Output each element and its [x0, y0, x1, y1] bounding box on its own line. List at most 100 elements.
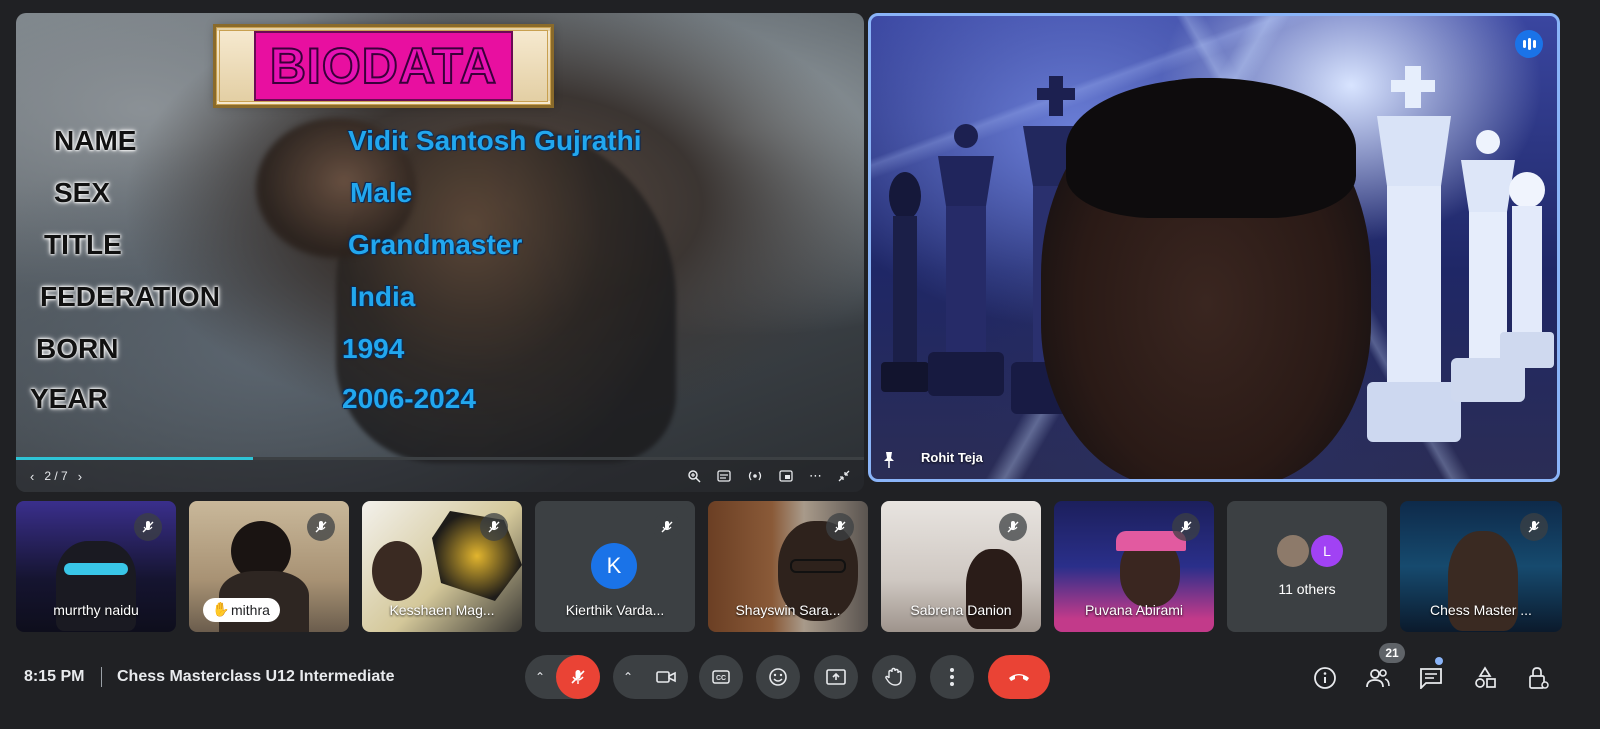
- leave-call-button[interactable]: [988, 655, 1050, 699]
- participant-name-pill: ✋ mithra: [203, 598, 280, 622]
- participant-tile-murrthy-naidu[interactable]: murrthy naidu: [16, 501, 176, 632]
- activities-shapes-icon: [1475, 666, 1496, 688]
- participant-tile-others[interactable]: L 11 others: [1227, 501, 1387, 632]
- participant-name: Kesshaen Mag...: [389, 602, 495, 618]
- svg-text:CC: CC: [716, 675, 726, 682]
- host-lock-icon: [1529, 667, 1549, 689]
- mic-off-icon: [826, 513, 854, 541]
- cast-icon[interactable]: [747, 470, 763, 482]
- people-button[interactable]: [1364, 664, 1392, 692]
- presentation-tile[interactable]: BIODATA NAME SEX TITLE FEDERATION BORN Y…: [16, 13, 864, 492]
- end-call-icon: [1009, 674, 1029, 681]
- presentation-controls: ‹ 2 / 7 › ⋯: [16, 460, 864, 492]
- captions-button[interactable]: CC: [699, 655, 743, 699]
- speaker-video-hair: [1066, 78, 1356, 218]
- active-speaker-tile[interactable]: Rohit Teja: [868, 13, 1560, 482]
- slide-page-indicator: 2 / 7: [44, 469, 68, 483]
- participant-strip: murrthy naidu ✋ mithra Kesshaen Mag... K…: [16, 501, 1562, 632]
- others-avatar-letter: L: [1311, 535, 1343, 567]
- participant-video-silhouette: [372, 541, 422, 601]
- mic-off-icon: [307, 513, 335, 541]
- bio-label-federation: FEDERATION: [40, 281, 220, 312]
- participant-name: Sabrena Danion: [910, 602, 1012, 618]
- more-vertical-icon: [950, 668, 954, 686]
- host-controls-button[interactable]: [1524, 664, 1552, 692]
- bio-value-title: Grandmaster: [348, 229, 523, 260]
- participant-name: Kierthik Varda...: [565, 602, 665, 618]
- emoji-icon: [769, 668, 787, 686]
- biodata-banner-inner: BIODATA: [253, 31, 514, 101]
- chat-button[interactable]: [1417, 664, 1445, 692]
- prev-slide-icon[interactable]: ‹: [30, 469, 34, 484]
- bio-label-sex: SEX: [54, 177, 111, 208]
- bio-value-sex: Male: [350, 177, 413, 208]
- info-icon: [1314, 667, 1336, 689]
- participant-name: Puvana Abirami: [1084, 602, 1184, 618]
- people-icon: [1366, 669, 1390, 688]
- mic-off-icon: [134, 513, 162, 541]
- participant-tile-kesshaen[interactable]: Kesshaen Mag...: [362, 501, 522, 632]
- biodata-banner: BIODATA: [216, 27, 551, 105]
- pip-icon[interactable]: [779, 470, 793, 482]
- more-icon[interactable]: ⋯: [809, 468, 822, 484]
- speaker-name: Rohit Teja: [921, 450, 983, 465]
- mic-control-group: ⌃: [525, 655, 600, 699]
- raise-hand-icon: [885, 667, 902, 686]
- collapse-icon[interactable]: [838, 470, 850, 482]
- others-avatar-photo: [1277, 535, 1309, 567]
- participant-name: murrthy naidu: [53, 602, 139, 618]
- bio-value-name: Vidit Santosh Gujrathi: [348, 125, 642, 156]
- participant-tile-chess-master[interactable]: Chess Master ...: [1400, 501, 1562, 632]
- mic-off-icon: [480, 513, 508, 541]
- participant-robot-graphic: [432, 511, 522, 601]
- next-slide-icon[interactable]: ›: [78, 469, 82, 484]
- title-divider: [101, 667, 102, 687]
- participant-tile-shayswin[interactable]: Shayswin Sara...: [708, 501, 868, 632]
- biodata-title: BIODATA: [269, 37, 498, 95]
- participant-tile-kierthik[interactable]: K Kierthik Varda...: [535, 501, 695, 632]
- meeting-details-button[interactable]: [1311, 664, 1339, 692]
- captions-icon[interactable]: [717, 470, 731, 482]
- others-avatars: L: [1277, 535, 1343, 567]
- zoom-icon[interactable]: [687, 469, 701, 483]
- bio-label-name: NAME: [54, 125, 137, 156]
- closed-captions-icon: CC: [712, 670, 730, 684]
- pin-icon[interactable]: [881, 451, 897, 469]
- more-options-button[interactable]: [930, 655, 974, 699]
- mic-off-icon: [999, 513, 1027, 541]
- mic-off-icon: [653, 513, 681, 541]
- others-count-label: 11 others: [1278, 581, 1336, 597]
- mic-toggle-button[interactable]: [556, 655, 600, 699]
- raise-hand-button[interactable]: [872, 655, 916, 699]
- meeting-title: Chess Masterclass U12 Intermediate: [117, 668, 395, 685]
- slide-page-nav: ‹ 2 / 7 ›: [30, 469, 82, 484]
- white-pawn-piece: [1500, 172, 1554, 368]
- bio-label-title: TITLE: [44, 229, 122, 260]
- participant-tile-puvana[interactable]: Puvana Abirami: [1054, 501, 1214, 632]
- present-screen-button[interactable]: [814, 655, 858, 699]
- participant-count-badge: 21: [1379, 643, 1405, 663]
- reactions-button[interactable]: [756, 655, 800, 699]
- bottom-control-bar: 8:15 PM Chess Masterclass U12 Intermedia…: [0, 640, 1600, 716]
- camera-options-chevron-icon[interactable]: ⌃: [613, 655, 643, 699]
- participant-name: Chess Master ...: [1430, 602, 1532, 618]
- presentation-tools: ⋯: [687, 468, 850, 484]
- participant-tile-mithra[interactable]: ✋ mithra: [189, 501, 349, 632]
- camera-icon: [656, 671, 676, 683]
- camera-control-group: ⌃: [613, 655, 688, 699]
- participant-tile-sabrena[interactable]: Sabrena Danion: [881, 501, 1041, 632]
- bio-label-born: BORN: [36, 333, 119, 364]
- present-icon: [826, 669, 846, 685]
- camera-toggle-button[interactable]: [644, 655, 688, 699]
- bio-label-year: YEAR: [30, 383, 108, 414]
- bio-value-year: 2006-2024: [342, 383, 476, 414]
- participant-name: mithra: [231, 602, 270, 618]
- chat-icon: [1420, 668, 1442, 689]
- mic-off-icon: [1172, 513, 1200, 541]
- participant-glasses: [790, 559, 846, 573]
- meeting-time: 8:15 PM: [24, 668, 85, 685]
- activities-button[interactable]: [1471, 664, 1499, 692]
- mic-options-chevron-icon[interactable]: ⌃: [525, 655, 555, 699]
- mic-off-icon: [571, 670, 585, 684]
- bio-value-federation: India: [350, 281, 416, 312]
